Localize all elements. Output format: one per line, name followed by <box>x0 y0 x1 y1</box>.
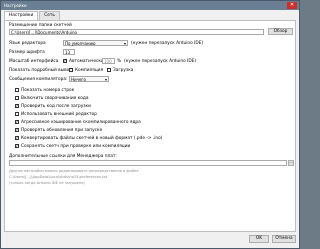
checkbox-cache-core[interactable] <box>15 119 19 124</box>
checkbox-label: Агрессивное кэширование скомпилированног… <box>21 120 141 125</box>
tab-bar: Настройки Сеть <box>4 11 61 21</box>
verbose-compile-label: Компиляция <box>75 68 104 73</box>
scale-percent-input[interactable]: 100 <box>102 58 115 64</box>
checkbox-label: Показать номера строк <box>21 88 75 93</box>
verbose-label: Показать подробный вывод: <box>9 68 74 73</box>
checkbox-line-numbers[interactable] <box>15 88 19 92</box>
warnings-select[interactable]: Ничего ▾ <box>69 76 109 82</box>
ok-button[interactable]: OK <box>249 235 269 243</box>
font-size-input[interactable]: 13 <box>63 49 75 55</box>
close-icon[interactable]: ✕ <box>287 2 297 9</box>
verbose-upload-checkbox[interactable] <box>107 68 111 72</box>
board-urls-label: Дополнительные ссылки для Менеджера плат… <box>9 154 117 159</box>
settings-window: Настройки ✕ Настройки Сеть Размещение па… <box>0 0 300 249</box>
interface-scale-label: Масштаб интерфейса <box>9 59 59 64</box>
browse-button[interactable]: Обзор <box>268 28 293 35</box>
scale-hint: (нужен перезапуск Arduino IDE) <box>124 59 197 64</box>
notes-line1: Другие настройки можно редактировать неп… <box>9 169 139 173</box>
language-select-value: По умолчанию <box>65 41 96 46</box>
auto-scale-checkbox[interactable] <box>63 58 67 63</box>
checkbox-save-on-verify[interactable] <box>15 143 19 148</box>
warnings-select-value: Ничего <box>71 77 86 82</box>
cancel-button[interactable]: Отмена <box>272 235 296 243</box>
settings-panel: Размещение папки скетчей C:\Users\[...]\… <box>4 20 296 232</box>
verbose-upload-label: Загрузка <box>113 68 134 73</box>
auto-scale-label: Автоматически <box>69 59 104 64</box>
chevron-down-icon: ▾ <box>104 77 107 82</box>
checkbox-label: Проверить код после загрузки <box>21 104 91 109</box>
checkbox-label: Использовать внешний редактор <box>21 112 97 117</box>
window-title: Настройки <box>4 3 27 8</box>
prefs-path[interactable]: C:\Users\[...]\AppData\Local\Arduino15\p… <box>9 175 107 180</box>
checkbox-convert-sketch[interactable] <box>15 135 19 140</box>
checkbox-check-updates[interactable] <box>15 127 19 132</box>
checkbox-label: Проверять обновления при запуске <box>21 128 103 133</box>
verbose-compile-checkbox[interactable] <box>69 68 73 72</box>
board-urls-more-button[interactable]: ... <box>288 160 294 166</box>
checkbox-label: Сохранять скетч при проверке или компиля… <box>21 144 131 149</box>
sketchbook-label: Размещение папки скетчей <box>9 23 72 28</box>
sketchbook-path-input[interactable]: C:\Users\[...]\Documents\Arduino <box>9 29 264 35</box>
language-select[interactable]: По умолчанию ▾ <box>63 40 128 46</box>
notes-line2: (только когда Arduino IDE не запущена) <box>9 181 85 185</box>
board-urls-input[interactable] <box>9 160 287 166</box>
language-hint: (нужен перезапуск Arduino IDE) <box>131 41 204 46</box>
scale-percent-unit: % <box>117 59 122 64</box>
title-bar: Настройки ✕ <box>1 1 299 10</box>
language-label: Язык редактора <box>9 41 46 46</box>
checkbox-code-folding[interactable] <box>15 96 19 100</box>
checkbox-verify-upload[interactable] <box>15 103 19 108</box>
tab-network[interactable]: Сеть <box>39 11 60 20</box>
warnings-label: Сообщения компилятора: <box>9 77 68 82</box>
chevron-down-icon: ▾ <box>123 41 126 46</box>
font-size-label: Размер шрифта <box>9 50 45 55</box>
checkbox-label: Конвертировать файлы скетчей в новый фор… <box>21 136 163 141</box>
checkbox-external-editor[interactable] <box>15 112 19 116</box>
checkbox-label: Включить сворачивание кода <box>21 96 89 101</box>
